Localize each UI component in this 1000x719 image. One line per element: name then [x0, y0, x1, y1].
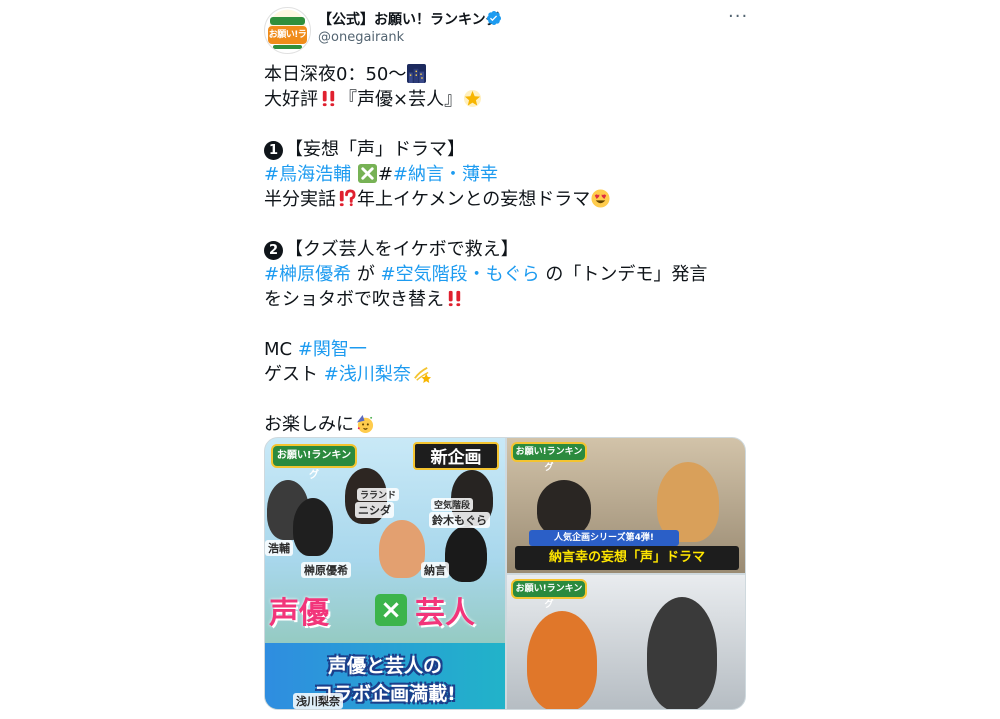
drama-caption-bar: 納言幸の妄想「声」ドラマ	[515, 546, 739, 570]
geinin-title: 芸人	[415, 596, 475, 631]
avatar-logo: お願い!ランキング	[268, 26, 307, 53]
partying-face-emoji-icon	[356, 414, 374, 433]
guest-name-label: 納言	[421, 562, 449, 578]
hashtag-link[interactable]: #関智一	[298, 339, 367, 360]
hashtag-link[interactable]: #鳥海浩輔	[264, 164, 351, 185]
person-figure	[379, 520, 425, 578]
hashtag-link[interactable]: #榊原優希	[264, 264, 351, 285]
guest-name-label: 浩輔	[265, 540, 293, 556]
seiyuu-title: 声優	[269, 596, 329, 631]
avatar-band	[270, 17, 305, 25]
cross-mark-emoji-icon	[357, 164, 377, 183]
text-line: #鳥海浩輔 ##納言・薄幸	[264, 162, 744, 187]
double-exclamation-emoji-icon	[448, 290, 461, 307]
more-options-icon[interactable]: ···	[728, 6, 748, 27]
text-segment: の「トンデモ」発言	[539, 264, 708, 285]
text-segment: #	[377, 164, 393, 185]
text-segment: 本日深夜0：50〜	[264, 64, 407, 85]
text-segment: 大好評	[264, 89, 318, 110]
hashtag-link[interactable]: #納言・薄幸	[393, 164, 498, 185]
tweet: お願い!ランキング 【公式】お願い！ランキング @onegairank ··· …	[250, 0, 750, 719]
drama-caption: 納言幸の妄想「声」ドラマ	[548, 550, 705, 565]
guest-group-label: 空気階段	[431, 498, 474, 511]
heart-eyes-emoji-icon	[591, 189, 610, 208]
show-logo: お願い!ランキング	[511, 579, 587, 610]
text-segment: をショタボで吹き替え	[264, 289, 444, 310]
text-segment: 年上イケメンとの妄想ドラマ	[357, 189, 591, 210]
text-segment: 【妄想「声」ドラマ】	[285, 139, 465, 160]
media-image-top-right[interactable]: お願い!ランキング 人気企画シリーズ第4弾! 納言幸の妄想「声」ドラマ	[507, 438, 745, 573]
text-line: ゲスト #浅川梨奈	[264, 362, 744, 387]
text-line: 2 【クズ芸人をイケボで救え】	[264, 237, 744, 262]
text-segment: 半分実話	[264, 189, 336, 210]
media-grid[interactable]: お願い!ランキング 新企画 ニシダ ラランド 空気階段 鈴木もぐら 浩輔 榊原優…	[264, 437, 746, 710]
night-city-emoji-icon	[407, 64, 427, 83]
person-figure	[445, 526, 487, 582]
new-plan-badge: 新企画	[413, 442, 499, 470]
person-figure	[647, 597, 717, 709]
glowing-star-emoji-icon	[464, 89, 482, 108]
guest-name-label: 榊原優希	[301, 562, 351, 578]
text-segment: MC	[264, 339, 298, 360]
tweet-header: お願い!ランキング 【公式】お願い！ランキング @onegairank ···	[250, 0, 750, 60]
handle[interactable]: @onegairank	[318, 30, 404, 45]
text-line: お楽しみに	[264, 412, 744, 437]
verified-badge-icon	[486, 11, 501, 25]
guest-name-label: ニシダ	[355, 502, 394, 518]
text-line: MC #関智一	[264, 337, 744, 362]
text-segment: お楽しみに	[264, 414, 354, 435]
text-segment: ゲスト	[264, 364, 324, 385]
exclamation-question-emoji-icon	[339, 189, 356, 207]
display-name[interactable]: 【公式】お願い！ランキング	[318, 9, 500, 29]
show-logo: お願い!ランキング	[271, 444, 357, 481]
hashtag-link[interactable]: #浅川梨奈	[324, 364, 411, 385]
text-line: 半分実話 年上イケメンとの妄想ドラマ	[264, 187, 744, 212]
double-exclamation-emoji-icon	[322, 90, 335, 107]
person-figure	[527, 611, 597, 709]
cross-mark-icon: ×	[375, 594, 407, 626]
series-caption: 人気企画シリーズ第4弾!	[529, 530, 679, 546]
text-line: 大好評 『声優×芸人』	[264, 87, 744, 112]
guest-name-label: 浅川梨奈	[293, 693, 343, 709]
media-image-bottom-right[interactable]: お願い!ランキング	[507, 575, 745, 709]
guest-name-label: 鈴木もぐら	[429, 512, 490, 528]
avatar[interactable]: お願い!ランキング	[264, 7, 311, 54]
tweet-text: 本日深夜0：50〜 大好評 『声優×芸人』 1 【妄想「声」ドラマ】 #鳥海浩輔 #…	[264, 62, 744, 437]
text-segment: 【クズ芸人をイケボで救え】	[285, 239, 519, 260]
dizzy-emoji-icon	[413, 366, 431, 383]
keycap-2-icon: 2	[264, 241, 283, 260]
text-line: 1 【妄想「声」ドラマ】	[264, 137, 744, 162]
text-line: #榊原優希 が #空気階段・もぐら の「トンデモ」発言	[264, 262, 744, 287]
person-figure	[537, 480, 591, 536]
text-line: をショタボで吹き替え	[264, 287, 744, 312]
text-segment: が	[351, 264, 381, 285]
banner-line-1: 声優と芸人の	[327, 655, 442, 677]
person-figure	[293, 498, 333, 556]
hashtag-link[interactable]: #空気階段・もぐら	[381, 264, 540, 285]
text-segment: 『声優×芸人』	[339, 89, 463, 110]
keycap-1-icon: 1	[264, 141, 283, 160]
avatar-band-bottom	[273, 45, 302, 49]
text-line: 本日深夜0：50〜	[264, 62, 744, 87]
show-logo: お願い!ランキング	[511, 442, 587, 473]
guest-group-label: ラランド	[357, 488, 400, 501]
media-image-main[interactable]: お願い!ランキング 新企画 ニシダ ラランド 空気階段 鈴木もぐら 浩輔 榊原優…	[265, 438, 505, 709]
